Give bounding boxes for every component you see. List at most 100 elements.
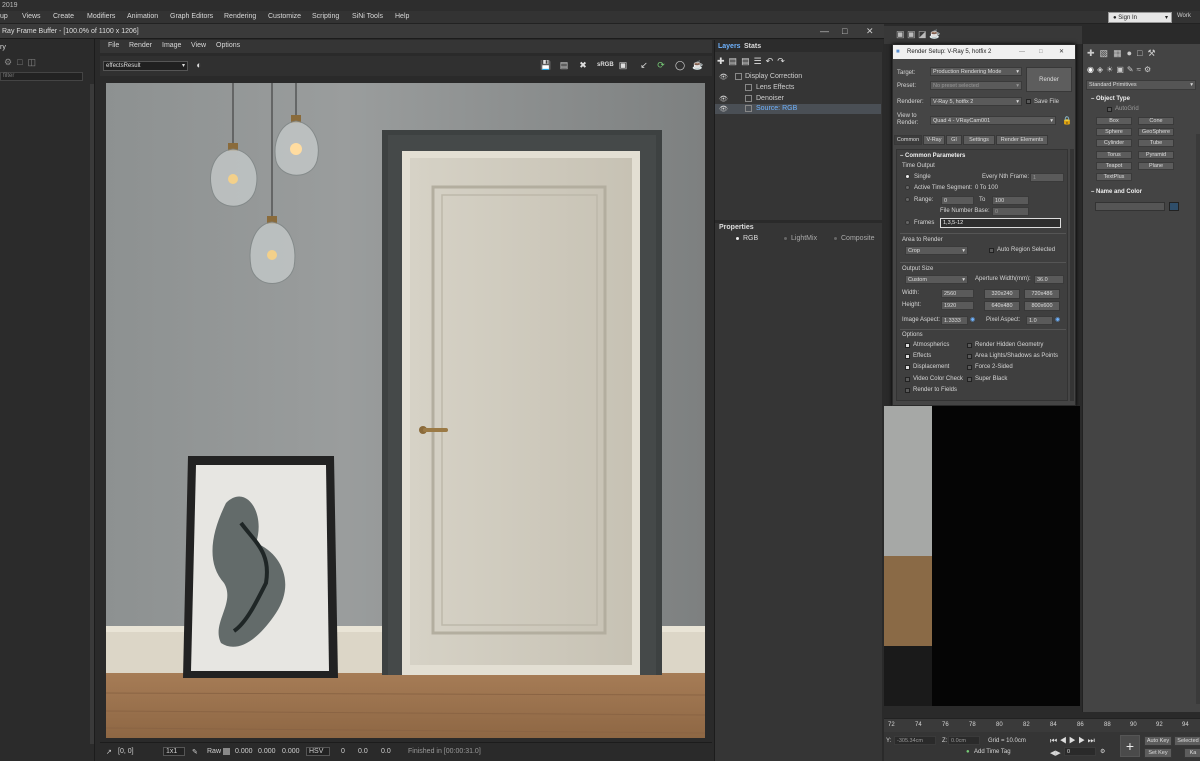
color-picker-icon[interactable]: ◐ bbox=[193, 60, 205, 71]
range-from-spinner[interactable]: 0 bbox=[941, 196, 974, 205]
lock-icon[interactable]: 🔒 bbox=[1062, 116, 1072, 125]
go-to-end-icon[interactable]: ⏭ bbox=[1088, 736, 1095, 745]
displacement-checkbox[interactable] bbox=[905, 365, 910, 370]
object-color-swatch[interactable] bbox=[1169, 202, 1179, 211]
undo-icon[interactable]: ↶ bbox=[766, 56, 778, 66]
tube-button[interactable]: Tube bbox=[1138, 139, 1174, 147]
pyramid-button[interactable]: Pyramid bbox=[1138, 151, 1174, 159]
render-setup-icon[interactable]: ▣ ▣ ◪ ☕ bbox=[896, 29, 940, 40]
stop-icon[interactable]: ◯ bbox=[674, 60, 686, 71]
area-lights-checkbox[interactable] bbox=[967, 354, 972, 359]
menu-item-scripting[interactable]: Scripting bbox=[312, 13, 339, 20]
close-icon[interactable]: ✕ bbox=[866, 24, 874, 39]
eye-icon[interactable]: 👁 bbox=[719, 73, 728, 81]
menu-item-modifiers[interactable]: Modifiers bbox=[87, 13, 115, 20]
vfb-menu-render[interactable]: Render bbox=[129, 42, 152, 49]
save-all-icon[interactable]: ▤ bbox=[558, 60, 570, 71]
save-file-checkbox[interactable] bbox=[1026, 99, 1031, 104]
every-nth-spinner[interactable]: 1 bbox=[1030, 173, 1064, 182]
utilities-icon[interactable]: ⚒ bbox=[1147, 48, 1160, 58]
rollout-header[interactable]: – Common Parameters bbox=[900, 153, 965, 159]
image-aspect-spinner[interactable]: 1.3333 bbox=[941, 316, 968, 325]
auto-region-checkbox[interactable] bbox=[989, 248, 994, 253]
preset-640x480-button[interactable]: 640x480 bbox=[984, 301, 1020, 311]
minimize-icon[interactable]: — bbox=[1019, 45, 1025, 59]
force-2-sided-checkbox[interactable] bbox=[967, 365, 972, 370]
lock-pixel-aspect-icon[interactable]: ◉ bbox=[1055, 316, 1060, 323]
menu-item-sini-tools[interactable]: SiNi Tools bbox=[352, 13, 383, 20]
single-radio[interactable] bbox=[905, 174, 910, 179]
render-setup-scrollbar[interactable] bbox=[1070, 149, 1074, 401]
vfb-menu-view[interactable]: View bbox=[191, 42, 206, 49]
primitive-category-select[interactable]: Standard Primitives ▾ bbox=[1086, 80, 1196, 90]
menu-item-setup[interactable]: up bbox=[0, 13, 8, 20]
area-to-render-select[interactable]: Crop ▾ bbox=[905, 246, 968, 255]
pick-icon[interactable]: ↗ bbox=[106, 748, 112, 756]
lock-aspect-icon[interactable]: ◉ bbox=[970, 316, 975, 323]
tab-gi[interactable]: GI bbox=[946, 135, 962, 145]
tab-settings[interactable]: Settings bbox=[963, 135, 995, 145]
timeline-ruler[interactable]: 72 74 76 78 80 82 84 86 88 90 92 94 bbox=[884, 718, 1200, 732]
menu-item-create[interactable]: Create bbox=[53, 13, 74, 20]
renderer-select[interactable]: V-Ray 5, hotfix 2 ▾ bbox=[930, 97, 1022, 106]
selected-dropdown[interactable]: Selected bbox=[1174, 736, 1200, 746]
pixel-aspect-spinner[interactable]: 1.0 bbox=[1026, 316, 1053, 325]
sphere-button[interactable]: Sphere bbox=[1096, 128, 1132, 136]
add-time-tag[interactable]: Add Time Tag bbox=[974, 749, 1011, 755]
maximize-icon[interactable]: □ bbox=[1039, 45, 1043, 59]
helpers-icon[interactable]: ✎ bbox=[1127, 65, 1137, 74]
channel-select[interactable]: effectsResult ▾ bbox=[103, 61, 188, 71]
zoom-select[interactable]: 1x1 bbox=[163, 747, 185, 756]
modify-icon[interactable]: ▧ bbox=[1100, 48, 1114, 58]
close-icon[interactable]: ✕ bbox=[1059, 45, 1064, 59]
srgb-icon[interactable]: sRGB bbox=[597, 60, 614, 71]
region-icon[interactable]: ▣ bbox=[617, 60, 629, 71]
plane-button[interactable]: Plane bbox=[1138, 162, 1174, 170]
vfb-menu-options[interactable]: Options bbox=[216, 42, 240, 49]
previous-frame-icon[interactable]: ◀ bbox=[1059, 736, 1066, 745]
cameras-icon[interactable]: ▣ bbox=[1116, 65, 1127, 74]
vfb-menu-image[interactable]: Image bbox=[162, 42, 181, 49]
cylinder-button[interactable]: Cylinder bbox=[1096, 139, 1132, 147]
height-spinner[interactable]: 1920 bbox=[941, 301, 974, 310]
lightmix-radio[interactable] bbox=[783, 236, 788, 241]
tab-render-elements[interactable]: Render Elements bbox=[996, 135, 1048, 145]
auto-key-button[interactable]: Auto Key bbox=[1144, 736, 1172, 746]
autogrid-checkbox[interactable] bbox=[1107, 107, 1112, 112]
motion-icon[interactable]: ● bbox=[1127, 48, 1137, 58]
active-segment-radio[interactable] bbox=[905, 185, 910, 190]
layer-item-selected[interactable]: 👁 Source: RGB bbox=[715, 104, 881, 114]
go-to-start-icon[interactable]: ⏮ bbox=[1050, 736, 1057, 745]
tab-common[interactable]: Common bbox=[894, 135, 922, 145]
file-number-base-spinner[interactable]: 0 bbox=[992, 207, 1029, 216]
frames-radio[interactable] bbox=[905, 220, 910, 225]
object-type-rollout-header[interactable]: – Object Type bbox=[1091, 96, 1130, 102]
preset-720x486-button[interactable]: 720x486 bbox=[1024, 289, 1060, 299]
panel-splitter[interactable] bbox=[715, 220, 883, 223]
redo-icon[interactable]: ↷ bbox=[777, 56, 789, 66]
play-icon[interactable]: ▶ bbox=[1069, 736, 1076, 745]
tab-stats[interactable]: Stats bbox=[744, 43, 761, 50]
range-radio[interactable] bbox=[905, 197, 910, 202]
preset-select[interactable]: No preset selected ▾ bbox=[930, 81, 1022, 90]
color-mode-select[interactable]: HSV bbox=[306, 747, 330, 756]
z-coordinate-field[interactable]: 0.0cm bbox=[948, 736, 980, 745]
list-icon[interactable]: ☰ bbox=[754, 56, 766, 66]
box-button[interactable]: Box bbox=[1096, 117, 1132, 125]
save-layers-icon[interactable]: ▤ bbox=[729, 56, 742, 66]
aperture-width-spinner[interactable]: 36.0 bbox=[1034, 275, 1064, 284]
geosphere-button[interactable]: GeoSphere bbox=[1138, 128, 1174, 136]
layer-item[interactable]: 👁 Denoiser bbox=[715, 94, 881, 104]
preset-320x240-button[interactable]: 320x240 bbox=[984, 289, 1020, 299]
menu-item-customize[interactable]: Customize bbox=[268, 13, 301, 20]
shapes-icon[interactable]: ◈ bbox=[1097, 65, 1106, 74]
video-color-check-checkbox[interactable] bbox=[905, 377, 910, 382]
lights-icon[interactable]: ☀ bbox=[1106, 65, 1116, 74]
object-name-input[interactable] bbox=[1095, 202, 1165, 211]
viewport-divider[interactable] bbox=[1080, 406, 1082, 712]
time-config-icon[interactable]: ⚙ bbox=[1100, 748, 1105, 755]
torus-button[interactable]: Torus bbox=[1096, 151, 1132, 159]
render-hidden-geometry-checkbox[interactable] bbox=[967, 343, 972, 348]
geometry-icon[interactable]: ◉ bbox=[1087, 65, 1097, 74]
menu-item-graph-editors[interactable]: Graph Editors bbox=[170, 13, 213, 20]
